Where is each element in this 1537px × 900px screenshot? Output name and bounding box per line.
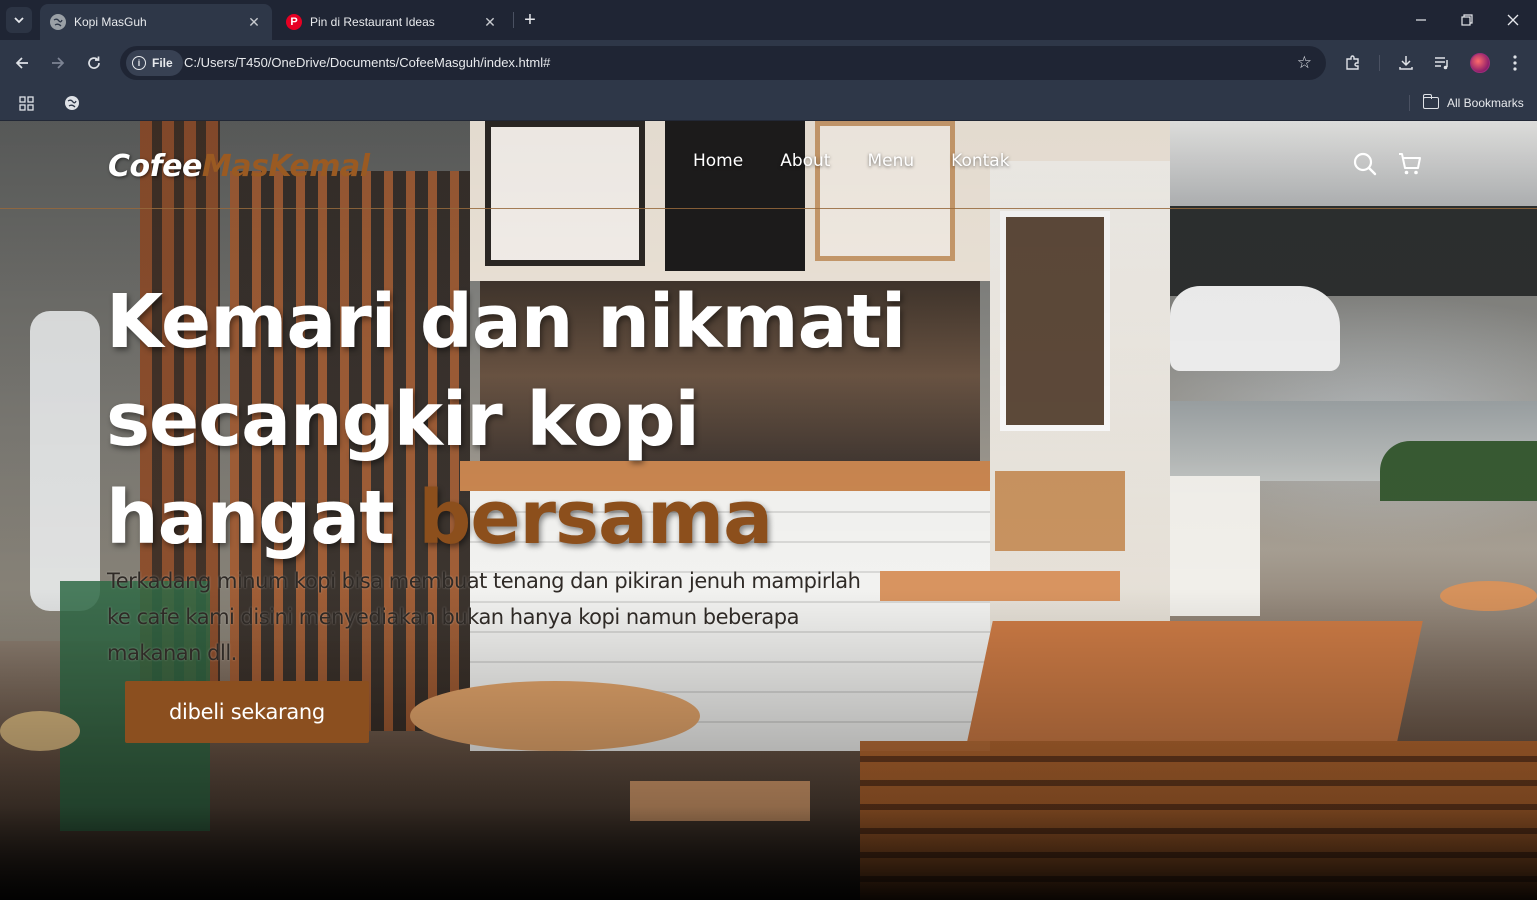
apps-grid-icon bbox=[18, 95, 34, 111]
nav-link-menu[interactable]: Menu bbox=[867, 151, 914, 171]
tab-title: Kopi MasGuh bbox=[74, 15, 147, 29]
back-button[interactable] bbox=[9, 50, 35, 76]
site-navbar: CofeeMasKemal Home About Menu Kontak bbox=[0, 121, 1537, 209]
media-controls-button[interactable] bbox=[1429, 50, 1455, 76]
restore-icon bbox=[1461, 14, 1473, 26]
globe-icon bbox=[50, 14, 66, 30]
scheme-label: File bbox=[152, 56, 173, 70]
all-bookmarks-button[interactable]: All Bookmarks bbox=[1422, 93, 1524, 113]
logo-part-2: MasKemal bbox=[201, 149, 370, 184]
hero-title-line-3: hangat bbox=[106, 475, 419, 561]
tab-pinterest[interactable]: P Pin di Restaurant Ideas ✕ bbox=[276, 4, 508, 40]
extensions-button[interactable] bbox=[1340, 50, 1366, 76]
new-tab-button[interactable]: + bbox=[518, 8, 542, 32]
cart-button[interactable] bbox=[1397, 151, 1423, 177]
search-icon bbox=[1353, 152, 1377, 176]
reload-icon bbox=[88, 56, 100, 69]
bookmark-globe[interactable] bbox=[61, 92, 83, 114]
close-icon bbox=[1507, 14, 1519, 26]
close-icon[interactable]: ✕ bbox=[482, 14, 498, 30]
chevron-down-icon bbox=[14, 17, 24, 24]
info-icon: i bbox=[132, 56, 146, 70]
nav-link-kontak[interactable]: Kontak bbox=[951, 151, 1009, 171]
browser-menu-button[interactable] bbox=[1502, 50, 1528, 76]
apps-button[interactable] bbox=[15, 92, 37, 114]
hero-title: Kemari dan nikmati secangkir kopi hangat… bbox=[106, 273, 1006, 567]
arrow-left-icon bbox=[15, 57, 28, 69]
address-bar[interactable]: i File C:/Users/T450/OneDrive/Documents/… bbox=[120, 46, 1326, 80]
reload-button[interactable] bbox=[81, 50, 107, 76]
bookmarks-bar: All Bookmarks bbox=[0, 86, 1537, 121]
arrow-right-icon bbox=[52, 57, 65, 69]
hero-description: Terkadang minum kopi bisa membuat tenang… bbox=[107, 569, 861, 665]
more-vertical-icon bbox=[1513, 55, 1517, 71]
minimize-icon bbox=[1416, 19, 1426, 21]
logo-part-1: Cofee bbox=[108, 149, 202, 184]
close-icon[interactable]: ✕ bbox=[246, 14, 262, 30]
page-viewport: CofeeMasKemal Home About Menu Kontak Kem… bbox=[0, 121, 1537, 900]
tab-search-button[interactable] bbox=[6, 7, 32, 33]
bookmarks-divider bbox=[1409, 95, 1410, 111]
search-button[interactable] bbox=[1352, 151, 1378, 177]
site-logo[interactable]: CofeeMasKemal bbox=[108, 149, 370, 184]
pinterest-icon: P bbox=[286, 14, 302, 30]
all-bookmarks-label: All Bookmarks bbox=[1447, 96, 1524, 110]
tab-title: Pin di Restaurant Ideas bbox=[310, 15, 435, 29]
forward-button[interactable] bbox=[45, 50, 71, 76]
tab-divider bbox=[513, 12, 514, 28]
downloads-button[interactable] bbox=[1393, 50, 1419, 76]
download-icon bbox=[1399, 56, 1413, 70]
hero-title-line-1: Kemari dan nikmati bbox=[106, 279, 906, 365]
nav-link-about[interactable]: About bbox=[780, 151, 830, 171]
folder-icon bbox=[1422, 94, 1439, 109]
nav-link-home[interactable]: Home bbox=[693, 151, 743, 171]
nav-links: Home About Menu Kontak bbox=[693, 151, 1047, 171]
minimize-button[interactable] bbox=[1398, 0, 1444, 40]
globe-icon bbox=[65, 96, 79, 110]
hero-title-accent: bersama bbox=[418, 475, 773, 561]
browser-toolbar: i File C:/Users/T450/OneDrive/Documents/… bbox=[0, 40, 1537, 86]
puzzle-icon bbox=[1346, 55, 1359, 70]
hero-title-line-2: secangkir kopi bbox=[106, 377, 700, 463]
buy-now-button[interactable]: dibeli sekarang bbox=[125, 681, 369, 743]
browser-tab-strip: Kopi MasGuh ✕ P Pin di Restaurant Ideas … bbox=[0, 0, 1537, 40]
restore-button[interactable] bbox=[1444, 0, 1490, 40]
shopping-cart-icon bbox=[1399, 153, 1421, 175]
profile-avatar[interactable] bbox=[1470, 53, 1490, 73]
playlist-icon bbox=[1435, 57, 1448, 70]
toolbar-divider bbox=[1379, 55, 1380, 71]
site-info-chip[interactable]: i File bbox=[126, 50, 183, 76]
bookmark-star-icon[interactable]: ☆ bbox=[1297, 53, 1312, 73]
url-text[interactable]: C:/Users/T450/OneDrive/Documents/CofeeMa… bbox=[184, 55, 550, 70]
window-close-button[interactable] bbox=[1490, 0, 1536, 40]
tab-kopi-masguh[interactable]: Kopi MasGuh ✕ bbox=[40, 4, 272, 40]
